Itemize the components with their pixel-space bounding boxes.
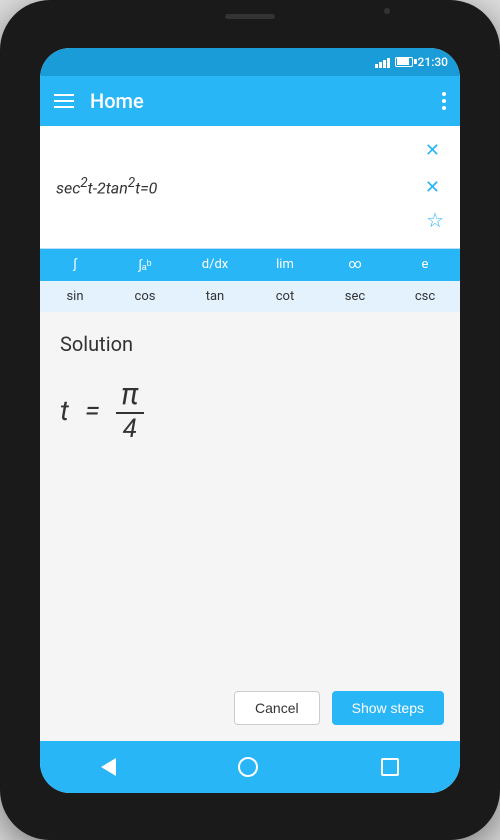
phone-frame: 21:30 Home ✕ <box>0 0 500 840</box>
clear-icon-area: ✕ <box>56 138 444 163</box>
cancel-button[interactable]: Cancel <box>234 691 320 725</box>
status-bar-right: 21:30 <box>375 55 448 69</box>
favorite-icon[interactable]: ☆ <box>426 208 444 232</box>
key-infinity[interactable]: ∞ <box>320 249 390 281</box>
solution-equals: = <box>85 394 100 427</box>
back-icon[interactable] <box>101 758 116 776</box>
home-icon[interactable] <box>238 757 258 777</box>
solution-fraction: π 4 <box>116 380 144 442</box>
phone-camera <box>384 8 390 14</box>
key-sec[interactable]: sec <box>320 281 390 312</box>
key-integral[interactable]: ∫ <box>40 249 110 281</box>
solution-variable: t <box>60 394 69 427</box>
status-time: 21:30 <box>418 55 448 69</box>
equation-row-2: ☆ <box>56 204 444 236</box>
key-derivative[interactable]: d/dx <box>180 249 250 281</box>
clear-button-eq[interactable]: ✕ <box>421 175 444 200</box>
solution-panel: Solution t = π 4 <box>40 312 460 679</box>
app-bar-title: Home <box>90 89 426 113</box>
key-limit[interactable]: lim <box>250 249 320 281</box>
calc-area: ✕ sec2t-2tan2t=0 ✕ ☆ <box>40 126 460 248</box>
solution-equation: t = π 4 <box>60 372 440 450</box>
clear-button-top[interactable]: ✕ <box>421 138 444 163</box>
nav-bar <box>40 741 460 793</box>
key-definite-integral[interactable]: ∫ₐᵇ <box>110 249 180 281</box>
recents-icon[interactable] <box>381 758 399 776</box>
equation-text: sec2t-2tan2t=0 <box>56 176 157 197</box>
keyboard-row-trig: sin cos tan cot sec csc <box>40 281 460 312</box>
key-csc[interactable]: csc <box>390 281 460 312</box>
keyboard-row-functions: ∫ ∫ₐᵇ d/dx lim ∞ e <box>40 249 460 281</box>
main-content: ✕ sec2t-2tan2t=0 ✕ ☆ ∫ ∫ₐᵇ d/ <box>40 126 460 741</box>
key-sin[interactable]: sin <box>40 281 110 312</box>
button-row: Cancel Show steps <box>40 679 460 741</box>
signal-icon <box>375 56 390 68</box>
battery-icon <box>395 57 413 67</box>
show-steps-button[interactable]: Show steps <box>332 691 444 725</box>
more-vert-icon[interactable] <box>442 92 446 110</box>
equation-row: sec2t-2tan2t=0 ✕ <box>56 171 444 204</box>
keyboard-area: ∫ ∫ₐᵇ d/dx lim ∞ e sin cos tan cot sec c… <box>40 248 460 312</box>
fraction-denominator: 4 <box>123 416 137 442</box>
key-euler[interactable]: e <box>390 249 460 281</box>
phone-screen: 21:30 Home ✕ <box>40 48 460 793</box>
phone-speaker <box>225 14 275 19</box>
key-tan[interactable]: tan <box>180 281 250 312</box>
solution-title: Solution <box>60 332 440 356</box>
status-bar: 21:30 <box>40 48 460 76</box>
hamburger-icon[interactable] <box>54 94 74 108</box>
app-bar: Home <box>40 76 460 126</box>
fraction-numerator: π <box>121 380 138 410</box>
key-cot[interactable]: cot <box>250 281 320 312</box>
key-cos[interactable]: cos <box>110 281 180 312</box>
